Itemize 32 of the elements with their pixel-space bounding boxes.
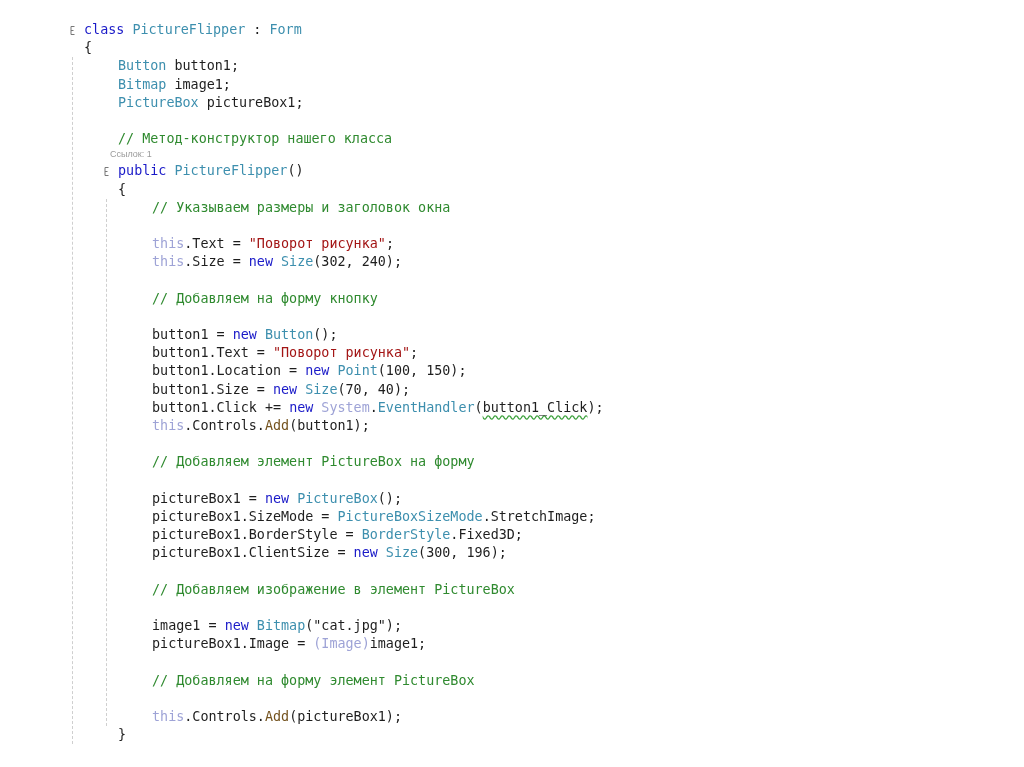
- reference-count-link[interactable]: Ссылок: 1: [110, 149, 152, 160]
- code-comment: // Указываем размеры и заголовок окна: [152, 199, 451, 215]
- code-line: this.Controls.Add(pictureBox1);: [152, 708, 402, 724]
- code-line: pictureBox1.ClientSize = new Size(300, 196);: [152, 545, 507, 561]
- code-line: PictureBox pictureBox1;: [118, 94, 304, 110]
- code-line: button1.Text = "Поворот рисунка";: [152, 345, 419, 361]
- code-line: {: [84, 40, 93, 56]
- code-line: pictureBox1.Image = (Image)image1;: [152, 636, 427, 652]
- code-comment: // Добавляем на форму элемент PictureBox: [152, 672, 475, 688]
- code-comment: // Добавляем на форму кнопку: [152, 290, 378, 306]
- code-line: Bitmap image1;: [118, 76, 231, 92]
- code-line: button1.Click += new System.EventHandler(button1_Click);: [152, 399, 604, 415]
- code-line: pictureBox1 = new PictureBox();: [152, 490, 402, 506]
- code-line: class PictureFlipper : Form: [84, 22, 302, 37]
- code-line: Button button1;: [118, 58, 239, 74]
- code-line: button1 = new Button();: [152, 327, 338, 342]
- code-line: this.Text = "Поворот рисунка";: [152, 236, 394, 252]
- code-comment: // Добавляем элемент PictureBox на форму: [152, 454, 475, 470]
- code-line: button1.Location = new Point(100, 150);: [152, 363, 467, 379]
- code-line: this.Controls.Add(button1);: [152, 417, 370, 433]
- fold-marker-icon[interactable]: [70, 26, 75, 35]
- code-line: pictureBox1.BorderStyle = BorderStyle.Fixed3D;: [152, 527, 523, 543]
- code-line: {: [118, 181, 127, 197]
- code-line: public PictureFlipper(): [118, 163, 304, 179]
- code-line: image1 = new Bitmap("cat.jpg");: [152, 618, 402, 633]
- code-line: }: [118, 727, 127, 743]
- code-line: this.Size = new Size(302, 240);: [152, 254, 402, 270]
- code-line: button1.Size = new Size(70, 40);: [152, 381, 411, 397]
- code-comment: // Метод-конструктор нашего класса: [118, 131, 393, 147]
- code-line: pictureBox1.SizeMode = PictureBoxSizeMode.StretchImage;: [152, 508, 596, 524]
- code-comment: // Добавляем изображение в элемент PictureBox: [152, 581, 515, 597]
- fold-marker-icon[interactable]: [104, 167, 109, 177]
